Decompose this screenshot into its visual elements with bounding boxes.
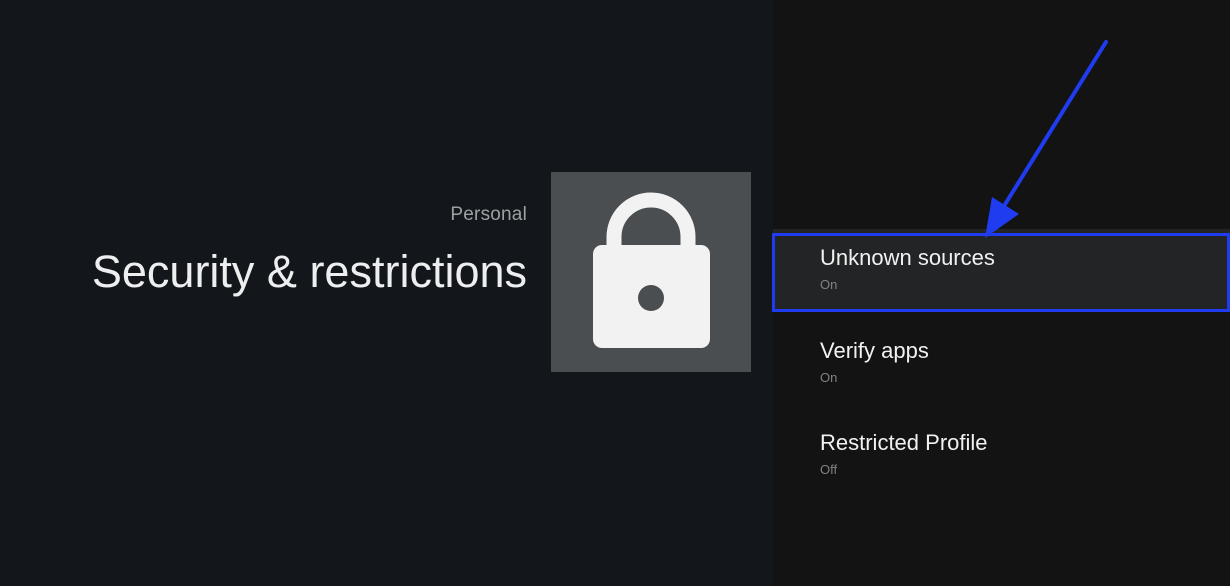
- header-pane: Personal Security & restrictions: [0, 0, 773, 586]
- icon-tile: [551, 172, 751, 372]
- page-title: Security & restrictions: [91, 246, 527, 297]
- settings-item-verify-apps[interactable]: Verify apps On: [773, 322, 1230, 402]
- settings-item-status: On: [820, 370, 838, 385]
- settings-item-title: Restricted Profile: [820, 430, 988, 455]
- settings-item-restricted-profile[interactable]: Restricted Profile Off: [773, 414, 1230, 494]
- lock-icon: [593, 192, 710, 348]
- settings-item-title: Verify apps: [820, 338, 929, 363]
- settings-item-status: Off: [820, 462, 838, 477]
- annotation-highlight-box: [772, 233, 1230, 312]
- breadcrumb: Personal: [450, 204, 527, 225]
